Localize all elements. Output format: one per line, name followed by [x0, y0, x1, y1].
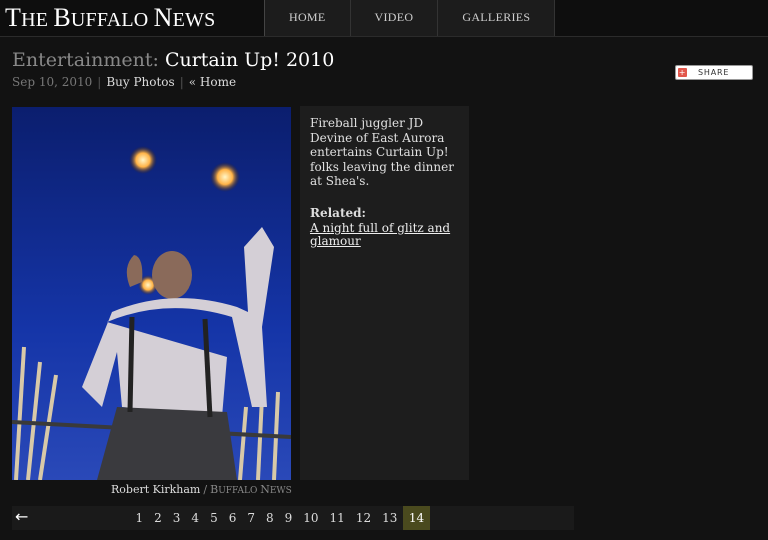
gallery-photo[interactable] [12, 107, 291, 480]
juggler-photo [12, 107, 291, 480]
section-label: Entertainment: [12, 49, 159, 71]
gallery-pagination: ← 1 2 3 4 5 6 7 8 9 10 11 12 13 14 [12, 506, 574, 530]
page-link-7[interactable]: 7 [242, 506, 261, 530]
gallery-title: Curtain Up! 2010 [164, 49, 335, 71]
plus-icon: + [678, 68, 687, 77]
caption-panel: Fireball juggler JD Devine of East Auror… [300, 106, 469, 480]
site-logo[interactable]: THE BUFFALO NEWS [5, 3, 215, 33]
page-link-3[interactable]: 3 [167, 506, 186, 530]
related-article-link[interactable]: A night full of glitz and glamour [310, 222, 460, 248]
home-link[interactable]: « Home [189, 75, 236, 89]
credit-org: BUFFALO NEWS [210, 483, 292, 496]
page-link-11[interactable]: 11 [324, 506, 350, 530]
page-link-5[interactable]: 5 [205, 506, 224, 530]
buy-photos-link[interactable]: Buy Photos [106, 75, 174, 89]
page-title: Entertainment: Curtain Up! 2010 [12, 49, 334, 71]
nav-galleries[interactable]: GALLERIES [437, 0, 556, 36]
nav-home[interactable]: HOME [264, 0, 351, 36]
page-link-current[interactable]: 14 [402, 506, 431, 530]
gallery-date: Sep 10, 2010 [12, 75, 93, 89]
nav-video[interactable]: VIDEO [349, 0, 439, 36]
page-link-4[interactable]: 4 [186, 506, 205, 530]
page-link-2[interactable]: 2 [149, 506, 168, 530]
page-numbers: 1 2 3 4 5 6 7 8 9 10 11 12 13 14 [130, 506, 431, 530]
divider: | [179, 75, 184, 89]
photo-caption: Fireball juggler JD Devine of East Auror… [310, 116, 454, 188]
page-link-6[interactable]: 6 [223, 506, 242, 530]
related-heading: Related: [310, 206, 366, 220]
page-link-10[interactable]: 10 [298, 506, 324, 530]
share-button[interactable]: + SHARE [675, 65, 753, 80]
site-header: THE BUFFALO NEWS HOME VIDEO GALLERIES [0, 0, 768, 37]
page-link-8[interactable]: 8 [260, 506, 279, 530]
page-link-12[interactable]: 12 [350, 506, 376, 530]
divider: | [97, 75, 102, 89]
page-link-9[interactable]: 9 [279, 506, 298, 530]
share-label: SHARE [698, 68, 730, 77]
page-link-1[interactable]: 1 [130, 506, 149, 530]
credit-slash: / [203, 483, 208, 496]
photographer-name: Robert Kirkham [111, 483, 201, 496]
previous-arrow-icon[interactable]: ← [15, 507, 28, 526]
main-nav: HOME VIDEO GALLERIES [264, 0, 556, 36]
gallery-meta: Sep 10, 2010 | Buy Photos | « Home [12, 75, 236, 89]
page-link-13[interactable]: 13 [377, 506, 403, 530]
photo-credit: Robert Kirkham / BUFFALO NEWS [111, 483, 292, 496]
